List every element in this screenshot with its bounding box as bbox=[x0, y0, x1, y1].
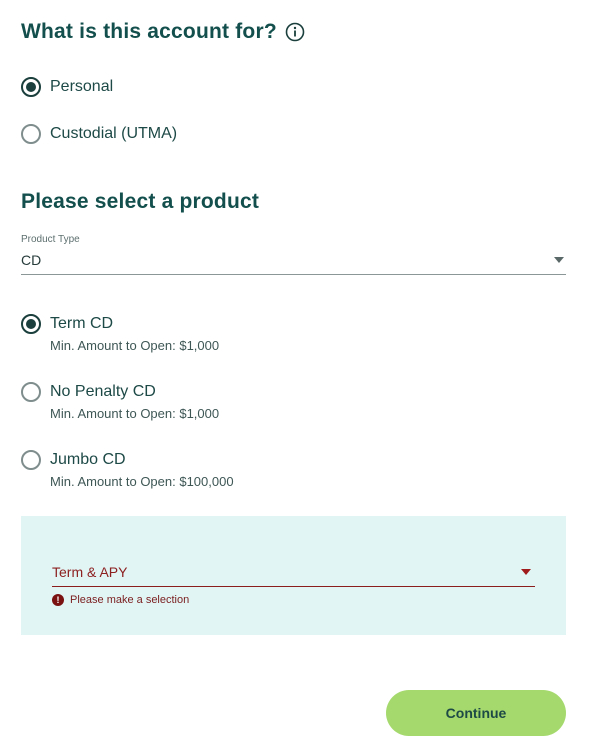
chevron-down-icon bbox=[521, 569, 531, 575]
term-apy-panel: Term & APY ! Please make a selection bbox=[21, 516, 566, 635]
radio-custodial-label: Custodial (UTMA) bbox=[50, 125, 178, 142]
product-option-label: Jumbo CD bbox=[50, 451, 126, 468]
continue-button[interactable]: Continue bbox=[386, 690, 566, 736]
product-option-min-amount: Min. Amount to Open: $100,000 bbox=[50, 474, 234, 489]
product-option-min-amount: Min. Amount to Open: $1,000 bbox=[50, 338, 220, 353]
radio-custodial-indicator[interactable] bbox=[21, 124, 41, 144]
product-type-select[interactable]: CD bbox=[21, 252, 566, 275]
product-option-label: Term CD bbox=[50, 315, 114, 332]
product-option-label: No Penalty CD bbox=[50, 383, 156, 400]
term-apy-select[interactable]: Term & APY bbox=[52, 564, 535, 587]
radio-custodial[interactable]: Custodial (UTMA) bbox=[21, 124, 177, 144]
product-type-value: CD bbox=[21, 252, 42, 268]
product-option-no-penalty-cd[interactable]: No Penalty CD Min. Amount to Open: $1,00… bbox=[21, 382, 219, 421]
product-option-min-amount: Min. Amount to Open: $1,000 bbox=[50, 406, 220, 421]
term-apy-error: ! Please make a selection bbox=[52, 594, 189, 606]
product-option-term-cd[interactable]: Term CD Min. Amount to Open: $1,000 bbox=[21, 314, 219, 353]
term-apy-error-text: Please make a selection bbox=[70, 594, 190, 606]
radio-term-cd-indicator[interactable] bbox=[21, 314, 41, 334]
product-type-label: Product Type bbox=[21, 234, 80, 245]
chevron-down-icon bbox=[554, 257, 564, 263]
term-apy-placeholder: Term & APY bbox=[52, 564, 128, 580]
radio-personal[interactable]: Personal bbox=[21, 77, 113, 97]
radio-no-penalty-cd-indicator[interactable] bbox=[21, 382, 41, 402]
radio-personal-label: Personal bbox=[50, 78, 114, 95]
radio-jumbo-cd-indicator[interactable] bbox=[21, 450, 41, 470]
error-icon: ! bbox=[52, 594, 64, 606]
product-heading: Please select a product bbox=[21, 190, 260, 213]
info-icon[interactable] bbox=[285, 22, 305, 42]
account-purpose-title: What is this account for? bbox=[21, 20, 277, 43]
radio-personal-indicator[interactable] bbox=[21, 77, 41, 97]
product-option-jumbo-cd[interactable]: Jumbo CD Min. Amount to Open: $100,000 bbox=[21, 450, 234, 489]
account-purpose-heading: What is this account for? bbox=[21, 20, 305, 44]
